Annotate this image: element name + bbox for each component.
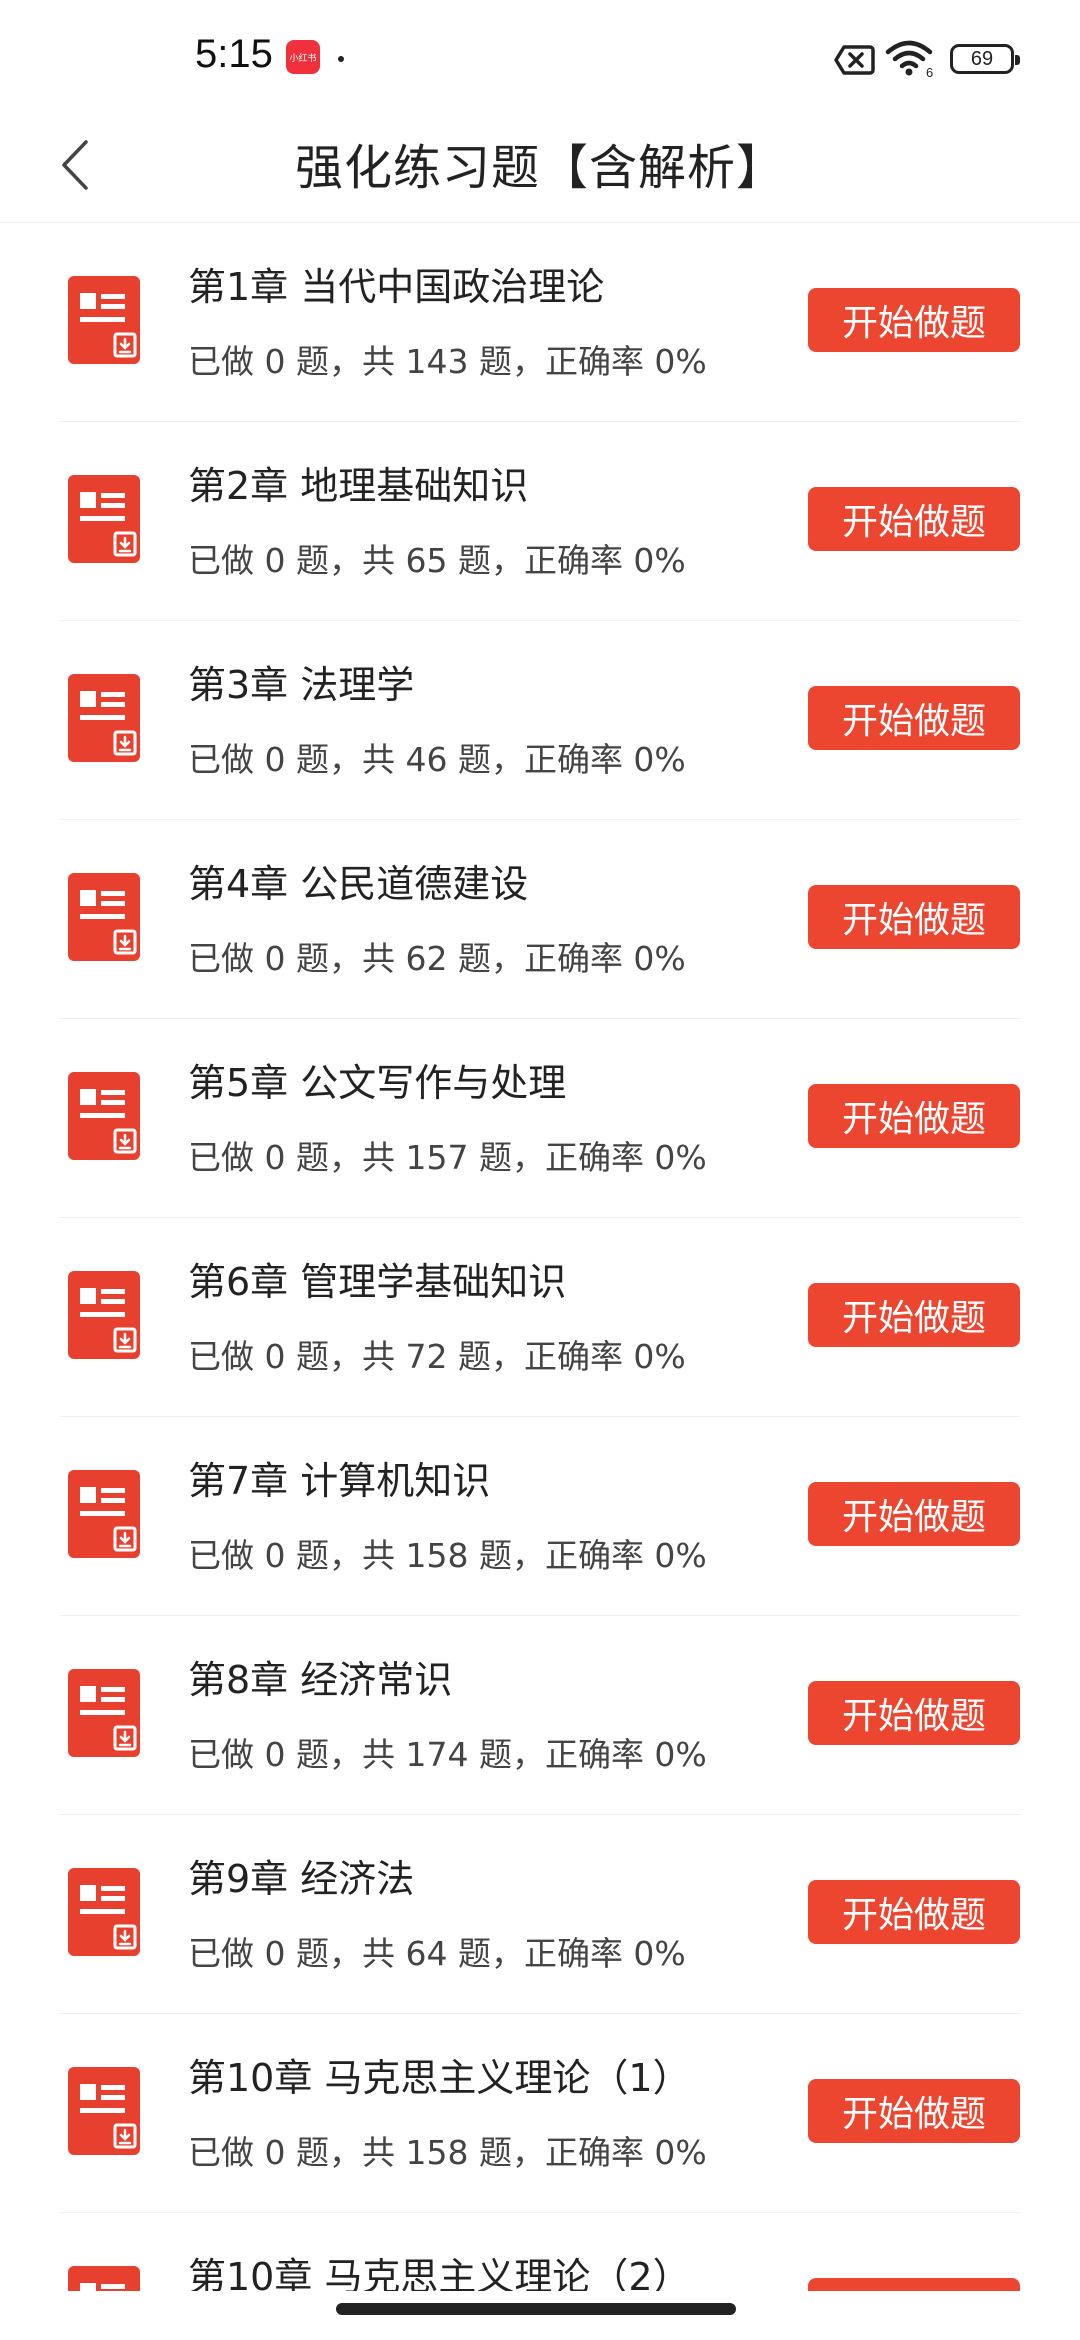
chapter-progress: 已做 0 题，共 157 题，正确率 0% [188, 1138, 707, 1177]
practice-doc-icon [68, 276, 140, 364]
practice-doc-icon [68, 475, 140, 563]
wifi-icon: 6 [885, 40, 933, 78]
status-time: 5:15 [195, 32, 273, 76]
chapter-row[interactable]: 第5章 公文写作与处理 已做 0 题，共 157 题，正确率 0% 开始做题 [60, 1019, 1020, 1218]
chapter-title: 第8章 经济常识 [188, 1658, 453, 1702]
start-practice-button[interactable]: 开始做题 [808, 885, 1020, 949]
start-practice-button[interactable]: 开始做题 [808, 1283, 1020, 1347]
notification-dot-icon [338, 56, 344, 62]
chapter-row[interactable]: 第3章 法理学 已做 0 题，共 46 题，正确率 0% 开始做题 [60, 621, 1020, 820]
practice-doc-icon [68, 2266, 140, 2291]
chapter-progress: 已做 0 题，共 158 题，正确率 0% [188, 1536, 707, 1575]
status-bar: 5:15 小红书 6 69 [0, 0, 1080, 110]
page-title: 强化练习题【含解析】 [294, 140, 785, 196]
chapter-progress: 已做 0 题，共 174 题，正确率 0% [188, 1735, 707, 1774]
battery-icon: 69 [950, 44, 1020, 74]
chapter-row[interactable]: 第8章 经济常识 已做 0 题，共 174 题，正确率 0% 开始做题 [60, 1616, 1020, 1815]
chapter-progress: 已做 0 题，共 64 题，正确率 0% [188, 1934, 686, 1973]
chapter-list[interactable]: 第1章 当代中国政治理论 已做 0 题，共 143 题，正确率 0% 开始做题 … [0, 223, 1080, 2291]
practice-doc-icon [68, 1669, 140, 1757]
chapter-row[interactable]: 第7章 计算机知识 已做 0 题，共 158 题，正确率 0% 开始做题 [60, 1417, 1020, 1616]
chapter-row[interactable]: 第4章 公民道德建设 已做 0 题，共 62 题，正确率 0% 开始做题 [60, 820, 1020, 1019]
start-practice-button[interactable]: 开始做题 [808, 1084, 1020, 1148]
start-practice-button[interactable]: 开始做题 [808, 686, 1020, 750]
start-practice-button[interactable]: 开始做题 [808, 1880, 1020, 1944]
chapter-progress: 已做 0 题，共 46 题，正确率 0% [188, 740, 686, 779]
start-practice-button[interactable]: 开始做题 [808, 2278, 1020, 2291]
chapter-title: 第4章 公民道德建设 [188, 862, 529, 906]
chapter-title: 第6章 管理学基础知识 [188, 1260, 567, 1304]
practice-doc-icon [68, 1072, 140, 1160]
practice-doc-icon [68, 873, 140, 961]
start-practice-button[interactable]: 开始做题 [808, 288, 1020, 352]
no-sim-icon [834, 45, 875, 75]
chapter-progress: 已做 0 题，共 65 题，正确率 0% [188, 541, 686, 580]
battery-level: 69 [970, 47, 994, 70]
chapter-title: 第9章 经济法 [188, 1857, 415, 1901]
app-notification-icon: 小红书 [286, 40, 320, 74]
chapter-progress: 已做 0 题，共 62 题，正确率 0% [188, 939, 686, 978]
chapter-row[interactable]: 第9章 经济法 已做 0 题，共 64 题，正确率 0% 开始做题 [60, 1815, 1020, 2014]
practice-doc-icon [68, 674, 140, 762]
chapter-title: 第10章 马克思主义理论（1） [188, 2056, 691, 2100]
practice-doc-icon [68, 1868, 140, 1956]
chapter-row[interactable]: 第10章 马克思主义理论（1） 已做 0 题，共 158 题，正确率 0% 开始… [60, 2014, 1020, 2213]
chapter-title: 第10章 马克思主义理论（2） [188, 2255, 691, 2291]
svg-text:6: 6 [926, 65, 933, 78]
chapter-row[interactable]: 第1章 当代中国政治理论 已做 0 题，共 143 题，正确率 0% 开始做题 [60, 223, 1020, 422]
app-header: 强化练习题【含解析】 [0, 110, 1080, 223]
chapter-row[interactable]: 第2章 地理基础知识 已做 0 题，共 65 题，正确率 0% 开始做题 [60, 422, 1020, 621]
home-indicator[interactable] [336, 2303, 736, 2315]
chapter-row[interactable]: 第10章 马克思主义理论（2） 开始做题 [60, 2213, 1020, 2291]
practice-doc-icon [68, 2067, 140, 2155]
chapter-progress: 已做 0 题，共 158 题，正确率 0% [188, 2133, 707, 2172]
practice-doc-icon [68, 1271, 140, 1359]
start-practice-button[interactable]: 开始做题 [808, 1482, 1020, 1546]
start-practice-button[interactable]: 开始做题 [808, 487, 1020, 551]
practice-doc-icon [68, 1470, 140, 1558]
chapter-progress: 已做 0 题，共 143 题，正确率 0% [188, 342, 707, 381]
chapter-progress: 已做 0 题，共 72 题，正确率 0% [188, 1337, 686, 1376]
chapter-title: 第3章 法理学 [188, 663, 415, 707]
chapter-title: 第7章 计算机知识 [188, 1459, 491, 1503]
start-practice-button[interactable]: 开始做题 [808, 2079, 1020, 2143]
chapter-title: 第2章 地理基础知识 [188, 464, 529, 508]
chapter-row[interactable]: 第6章 管理学基础知识 已做 0 题，共 72 题，正确率 0% 开始做题 [60, 1218, 1020, 1417]
chapter-title: 第5章 公文写作与处理 [188, 1061, 567, 1105]
start-practice-button[interactable]: 开始做题 [808, 1681, 1020, 1745]
chapter-title: 第1章 当代中国政治理论 [188, 265, 605, 309]
